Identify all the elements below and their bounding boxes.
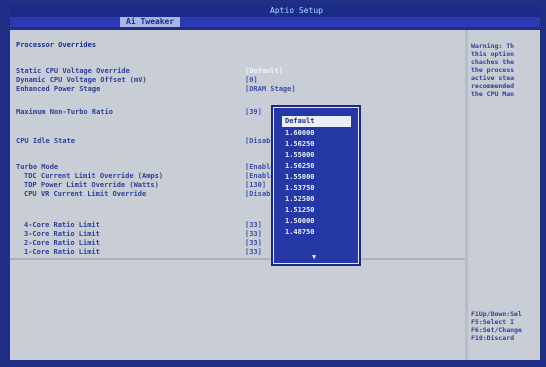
- help-panel: Warning: Th this option chaches the the …: [468, 30, 540, 360]
- popup-option[interactable]: 1.48750: [282, 227, 351, 238]
- settings-panel: Processor Overrides Static CPU Voltage O…: [10, 30, 465, 360]
- setting-label: CPU Idle State: [16, 137, 76, 145]
- popup-option[interactable]: 1.52500: [282, 194, 351, 205]
- setting-label: CPU VR Current Limit Override: [24, 190, 147, 198]
- help-text-line: the CPU Man: [471, 90, 515, 98]
- help-text-line: the process: [471, 66, 515, 74]
- popup-option[interactable]: 1.56250: [282, 161, 351, 172]
- setting-row-max-nonturbo[interactable]: Maximum Non-Turbo Ratio [39]: [10, 107, 465, 118]
- popup-option[interactable]: 1.50000: [282, 216, 351, 227]
- setting-label: 1-Core Ratio Limit: [24, 248, 100, 256]
- setting-value[interactable]: [33]: [245, 247, 262, 258]
- panel-divider: [10, 258, 465, 260]
- key-hint-line: F1Up/Down:Sel: [471, 310, 522, 318]
- scroll-down-icon[interactable]: ▼: [312, 253, 316, 261]
- tab-bar: Ai Tweaker: [10, 17, 540, 27]
- tab-ai-tweaker[interactable]: Ai Tweaker: [120, 17, 181, 27]
- help-text-line: Warning: Th: [471, 42, 515, 50]
- popup-option[interactable]: 1.51250: [282, 205, 351, 216]
- setting-value[interactable]: [DRAM Stage]: [245, 84, 296, 95]
- setting-row-cpu-vr-limit[interactable]: CPU VR Current Limit Override [Disabled]: [10, 189, 465, 200]
- setting-value[interactable]: [39]: [245, 107, 262, 118]
- popup-option[interactable]: 1.55000: [282, 150, 351, 161]
- key-hint-line: F6:Set/Change: [471, 326, 522, 334]
- popup-option[interactable]: 1.56250: [282, 139, 351, 150]
- key-hint-line: F10:Discard: [471, 334, 515, 342]
- setting-row-enhanced-power[interactable]: Enhanced Power Stage [DRAM Stage]: [10, 84, 465, 95]
- value-selection-popup[interactable]: Default 1.60000 1.56250 1.55000 1.56250 …: [273, 107, 359, 264]
- popup-option[interactable]: 1.60000: [282, 128, 351, 139]
- help-text-line: chaches the: [471, 58, 515, 66]
- key-hint-line: F5:Select I: [471, 318, 515, 326]
- setting-label: Maximum Non-Turbo Ratio: [16, 108, 113, 116]
- bios-title-bar: Aptio Setup: [10, 5, 540, 17]
- popup-option[interactable]: 1.53750: [282, 183, 351, 194]
- help-text-line: this option: [471, 50, 515, 58]
- popup-option-default[interactable]: Default: [282, 116, 351, 127]
- setting-row-cpu-idle[interactable]: CPU Idle State [Disabled]: [10, 136, 465, 147]
- section-header: Processor Overrides: [10, 40, 465, 51]
- setting-label: Enhanced Power Stage: [16, 85, 101, 93]
- section-title: Processor Overrides: [16, 41, 97, 49]
- popup-option[interactable]: 1.55000: [282, 172, 351, 183]
- setting-row-1core-ratio[interactable]: 1-Core Ratio Limit [33]: [10, 247, 465, 258]
- help-text-line: active stea: [471, 74, 515, 82]
- bios-title: Aptio Setup: [270, 6, 323, 15]
- bios-screen: Aptio Setup Ai Tweaker Processor Overrid…: [0, 0, 546, 367]
- help-text-line: recommended: [471, 82, 515, 90]
